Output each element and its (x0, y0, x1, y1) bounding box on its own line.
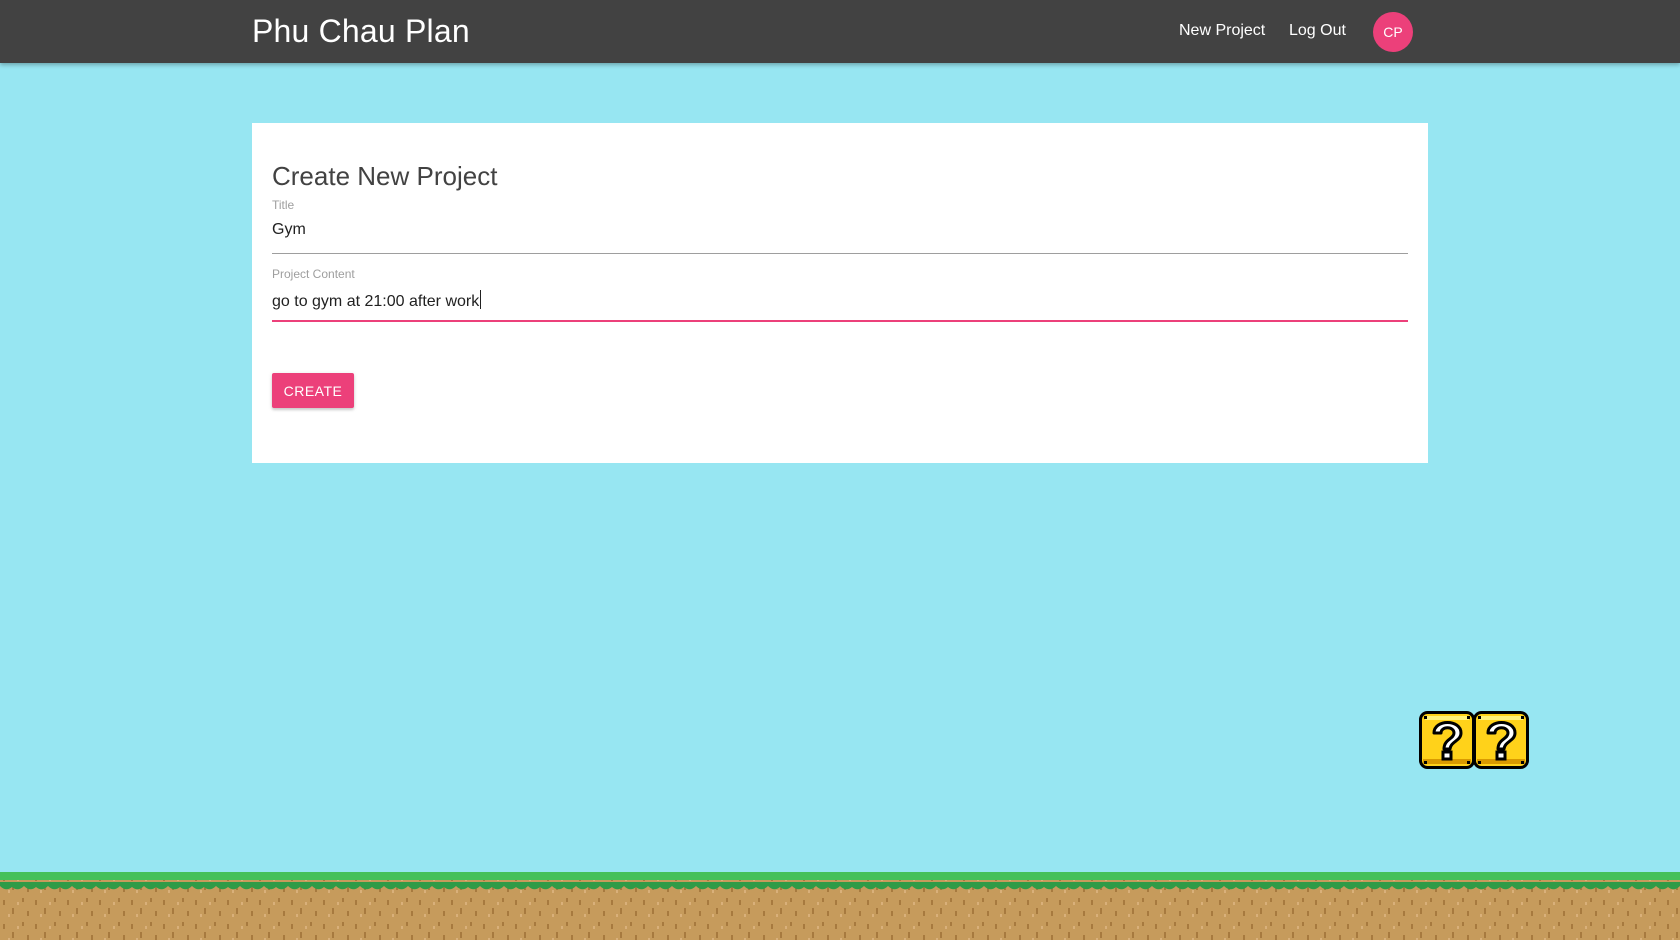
project-content-field: Project Content go to gym at 21:00 after… (272, 267, 1408, 322)
question-block-icon (1473, 711, 1529, 769)
user-avatar-button[interactable]: CP (1373, 12, 1413, 52)
grass-ground-icon (0, 872, 1680, 940)
title-label: Title (272, 198, 295, 212)
brand-logo-link[interactable]: Phu Chau Plan (252, 13, 470, 50)
nav-new-project-link[interactable]: New Project (1179, 22, 1265, 40)
project-content-input[interactable]: go to gym at 21:00 after work (272, 290, 1408, 312)
page-title: Create New Project (272, 161, 498, 191)
title-input-value: Gym (272, 221, 306, 238)
nav-log-out-link[interactable]: Log Out (1289, 22, 1346, 40)
create-project-card: Create New Project Title Gym Project Con… (252, 123, 1428, 463)
create-button[interactable]: CREATE (272, 373, 354, 408)
title-input[interactable]: Gym (272, 221, 1408, 243)
project-content-underline-focused (272, 320, 1408, 322)
title-input-underline (272, 253, 1408, 254)
project-content-label: Project Content (272, 267, 355, 281)
question-block-icon (1419, 711, 1475, 769)
title-field: Title Gym (272, 198, 1408, 254)
text-cursor (480, 290, 482, 309)
top-navbar: Phu Chau Plan New Project Log Out CP (0, 0, 1680, 63)
project-content-input-value: go to gym at 21:00 after work (272, 293, 480, 310)
